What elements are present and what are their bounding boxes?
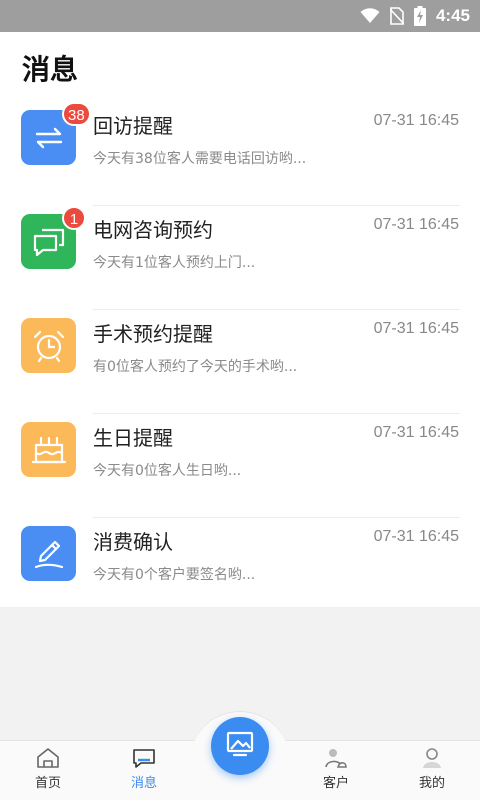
no-sim-icon (389, 7, 404, 25)
tab-customers[interactable]: 客户 (288, 741, 384, 800)
gallery-icon (226, 731, 254, 761)
message-title: 回访提醒 (93, 114, 173, 138)
message-time: 07-31 16:45 (373, 112, 459, 129)
message-page: 消息 38 回访提醒 07-31 16:45 今天有38位客人需要电话回访哟..… (0, 32, 480, 607)
message-time: 07-31 16:45 (373, 528, 459, 545)
status-time: 4:45 (435, 6, 470, 25)
message-icon (132, 747, 156, 769)
message-preview: 今天有0位客人生日哟... (93, 463, 242, 479)
message-time: 07-31 16:45 (373, 320, 459, 337)
signature-pen-icon (21, 526, 76, 581)
message-item-consumption-confirm[interactable]: 消费确认 07-31 16:45 今天有0个客户要签名哟... (0, 518, 480, 622)
message-item-surgery-reminder[interactable]: 手术预约提醒 07-31 16:45 有0位客人预约了今天的手术哟... (0, 310, 480, 414)
tab-label: 消息 (130, 776, 157, 791)
message-item-return-visit[interactable]: 38 回访提醒 07-31 16:45 今天有38位客人需要电话回访哟... (0, 102, 480, 206)
message-title: 消费确认 (93, 530, 173, 554)
page-title: 消息 (22, 53, 79, 86)
tab-label: 首页 (34, 776, 61, 791)
message-preview: 今天有38位客人需要电话回访哟... (93, 151, 307, 167)
profile-icon (420, 747, 444, 769)
bottom-tab-bar: 首页 消息 客户 我的 (0, 711, 480, 800)
message-preview: 今天有1位客人预约上门... (93, 255, 256, 271)
message-title: 生日提醒 (93, 426, 173, 450)
message-item-consult-appointment[interactable]: 1 电网咨询预约 07-31 16:45 今天有1位客人预约上门... (0, 206, 480, 310)
home-icon (36, 747, 60, 769)
tab-profile[interactable]: 我的 (384, 741, 480, 800)
message-time: 07-31 16:45 (373, 216, 459, 233)
message-title: 电网咨询预约 (93, 218, 213, 242)
center-action-button[interactable] (211, 717, 269, 775)
tab-label: 我的 (418, 776, 445, 791)
message-preview: 今天有0个客户要签名哟... (93, 567, 256, 583)
tab-home[interactable]: 首页 (0, 741, 96, 800)
message-time: 07-31 16:45 (373, 424, 459, 441)
message-item-birthday-reminder[interactable]: 生日提醒 07-31 16:45 今天有0位客人生日哟... (0, 414, 480, 518)
unread-badge: 38 (62, 102, 91, 126)
customer-icon (324, 747, 348, 769)
tab-label: 客户 (322, 776, 349, 791)
message-preview: 有0位客人预约了今天的手术哟... (93, 359, 298, 375)
unread-badge: 1 (62, 206, 86, 230)
alarm-clock-icon (21, 318, 76, 373)
battery-charging-icon (413, 6, 426, 26)
wifi-icon (360, 8, 380, 24)
birthday-cake-icon (21, 422, 76, 477)
tab-messages[interactable]: 消息 (96, 741, 192, 800)
message-list: 38 回访提醒 07-31 16:45 今天有38位客人需要电话回访哟... 1… (0, 102, 480, 622)
message-title: 手术预约提醒 (93, 322, 213, 346)
status-bar: 4:45 (0, 0, 480, 32)
